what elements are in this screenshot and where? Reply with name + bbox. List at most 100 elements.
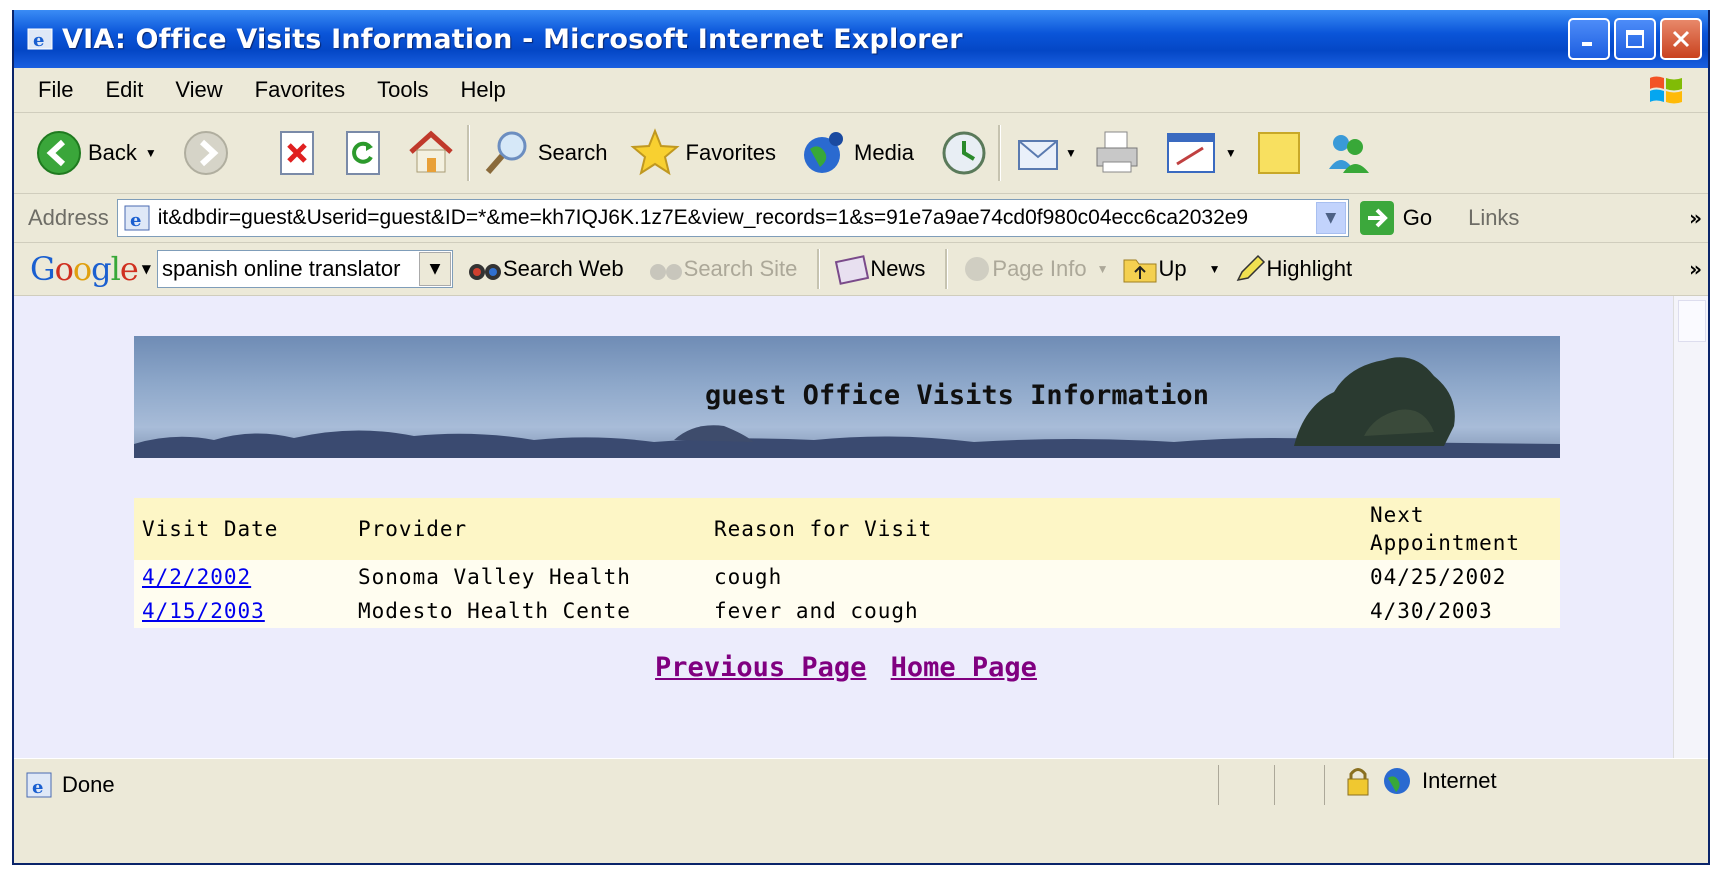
refresh-button[interactable]: [343, 130, 383, 176]
menu-view[interactable]: View: [175, 77, 222, 103]
svg-text:e: e: [32, 777, 43, 798]
previous-page-link[interactable]: Previous Page: [655, 652, 866, 683]
go-button[interactable]: Go: [1359, 200, 1432, 236]
media-button[interactable]: Media: [800, 129, 914, 177]
google-search-dropdown[interactable]: ▼: [418, 252, 451, 286]
search-site-button[interactable]: Search Site: [648, 254, 798, 284]
search-web-button[interactable]: Search Web: [467, 254, 624, 284]
back-dropdown-icon[interactable]: ▼: [145, 146, 157, 160]
visits-table: Visit Date Provider Reason for Visit Nex…: [134, 498, 1560, 628]
home-icon: [409, 130, 453, 173]
address-label: Address: [28, 205, 109, 230]
title-bar[interactable]: e VIA: Office Visits Information - Micro…: [14, 10, 1708, 68]
edit-button[interactable]: ▼: [1165, 130, 1237, 176]
binoculars-icon: [468, 264, 501, 280]
menu-favorites[interactable]: Favorites: [255, 77, 345, 103]
back-button[interactable]: Back ▼: [36, 130, 157, 176]
page-status-icon: e: [26, 772, 52, 798]
provider-cell: Modesto Health Cente: [350, 594, 706, 628]
page-content: guest Office Visits Information Visit Da…: [14, 296, 1678, 758]
toolbar-separator: [466, 125, 470, 181]
mail-dropdown-icon[interactable]: ▼: [1065, 146, 1077, 160]
up-label: Up: [1158, 256, 1187, 281]
links-chevron-icon[interactable]: »: [1689, 206, 1702, 230]
column-header-reason: Reason for Visit: [706, 498, 1362, 560]
minimize-button[interactable]: [1568, 18, 1610, 60]
menu-help[interactable]: Help: [461, 77, 506, 103]
vertical-scrollbar[interactable]: [1673, 296, 1708, 758]
google-search-input[interactable]: spanish online translator ▼: [156, 250, 453, 288]
visit-date-link[interactable]: 4/15/2003: [142, 599, 265, 623]
favorites-button[interactable]: Favorites: [629, 128, 777, 178]
google-logo[interactable]: Google: [30, 250, 139, 288]
back-label: Back: [88, 140, 137, 165]
page-info-label: Page Info: [992, 256, 1087, 281]
mail-button[interactable]: ▼: [1015, 129, 1077, 177]
menu-bar: File Edit View Favorites Tools Help: [14, 68, 1708, 113]
window-title: VIA: Office Visits Information - Microso…: [62, 23, 963, 55]
table-row: 4/2/2002 Sonoma Valley Health cough 04/2…: [134, 560, 1560, 594]
visit-date-link[interactable]: 4/2/2002: [142, 565, 251, 589]
standard-toolbar: Back ▼ Search Favorites Media ▼ ▼: [14, 113, 1708, 194]
links-label[interactable]: Links: [1468, 205, 1519, 231]
search-site-label: Search Site: [683, 256, 798, 281]
forward-button[interactable]: [183, 130, 229, 176]
search-button[interactable]: Search: [482, 128, 608, 178]
banner-title: guest Office Visits Information: [705, 380, 1209, 411]
close-button[interactable]: [1660, 18, 1702, 60]
table-row: 4/15/2003 Modesto Health Cente fever and…: [134, 594, 1560, 628]
home-button[interactable]: [405, 128, 457, 178]
status-text: Done: [62, 772, 115, 797]
google-menu-dropdown-icon[interactable]: ▼: [142, 262, 151, 276]
search-web-label: Search Web: [502, 256, 624, 281]
search-icon: [485, 131, 527, 174]
status-divider: [1324, 765, 1325, 805]
browser-window: e VIA: Office Visits Information - Micro…: [12, 10, 1710, 865]
home-page-link[interactable]: Home Page: [891, 652, 1037, 683]
status-bar: e Done Internet: [14, 758, 1708, 811]
minimize-icon: [1582, 42, 1592, 46]
address-input[interactable]: e it&dbdir=guest&Userid=guest&ID=*&me=kh…: [116, 199, 1349, 237]
mail-icon: [1017, 140, 1058, 170]
up-button[interactable]: Up ▼: [1122, 254, 1220, 284]
highlighter-icon: [1237, 254, 1266, 282]
visit-date-cell: 4/2/2002: [134, 560, 350, 594]
go-label: Go: [1402, 205, 1433, 230]
up-dropdown-icon[interactable]: ▼: [1209, 262, 1221, 276]
security-zone: Internet: [1344, 765, 1497, 797]
page-info-dropdown-icon[interactable]: ▼: [1097, 262, 1109, 276]
visit-date-cell: 4/15/2003: [134, 594, 350, 628]
stop-button[interactable]: [277, 130, 317, 176]
ie-app-icon: e: [27, 28, 53, 51]
page-info-button[interactable]: Page Info ▼: [962, 254, 1108, 284]
column-header-next-appointment: Next Appointment: [1362, 498, 1560, 560]
maximize-button[interactable]: [1614, 18, 1656, 60]
reason-cell: fever and cough: [706, 594, 1362, 628]
scrollbar-thumb[interactable]: [1678, 300, 1706, 342]
stop-icon: [279, 131, 314, 175]
messenger-button[interactable]: [1323, 129, 1373, 177]
menu-file[interactable]: File: [38, 77, 73, 103]
favorites-label: Favorites: [685, 140, 777, 165]
news-label: News: [870, 256, 926, 281]
address-dropdown-button[interactable]: ▼: [1315, 202, 1346, 234]
discuss-button[interactable]: [1255, 129, 1305, 177]
menu-tools[interactable]: Tools: [377, 77, 428, 103]
edit-dropdown-icon[interactable]: ▼: [1225, 146, 1237, 160]
zone-label: Internet: [1422, 768, 1497, 793]
edit-page-icon: [1166, 133, 1215, 173]
news-button[interactable]: News: [834, 253, 925, 285]
gbar-chevron-icon[interactable]: »: [1689, 257, 1702, 281]
history-button[interactable]: [940, 129, 988, 177]
forward-arrow-icon: [183, 131, 228, 175]
page-banner: guest Office Visits Information: [134, 336, 1560, 458]
highlight-button[interactable]: Highlight: [1234, 254, 1352, 284]
windows-logo-icon: [1650, 76, 1682, 104]
menu-edit[interactable]: Edit: [105, 77, 143, 103]
highlight-label: Highlight: [1266, 256, 1353, 281]
print-button[interactable]: [1091, 128, 1143, 178]
svg-text:e: e: [33, 30, 44, 51]
up-folder-icon: [1123, 259, 1157, 283]
media-globe-icon: [804, 132, 844, 173]
sticky-note-icon: [1257, 132, 1300, 174]
